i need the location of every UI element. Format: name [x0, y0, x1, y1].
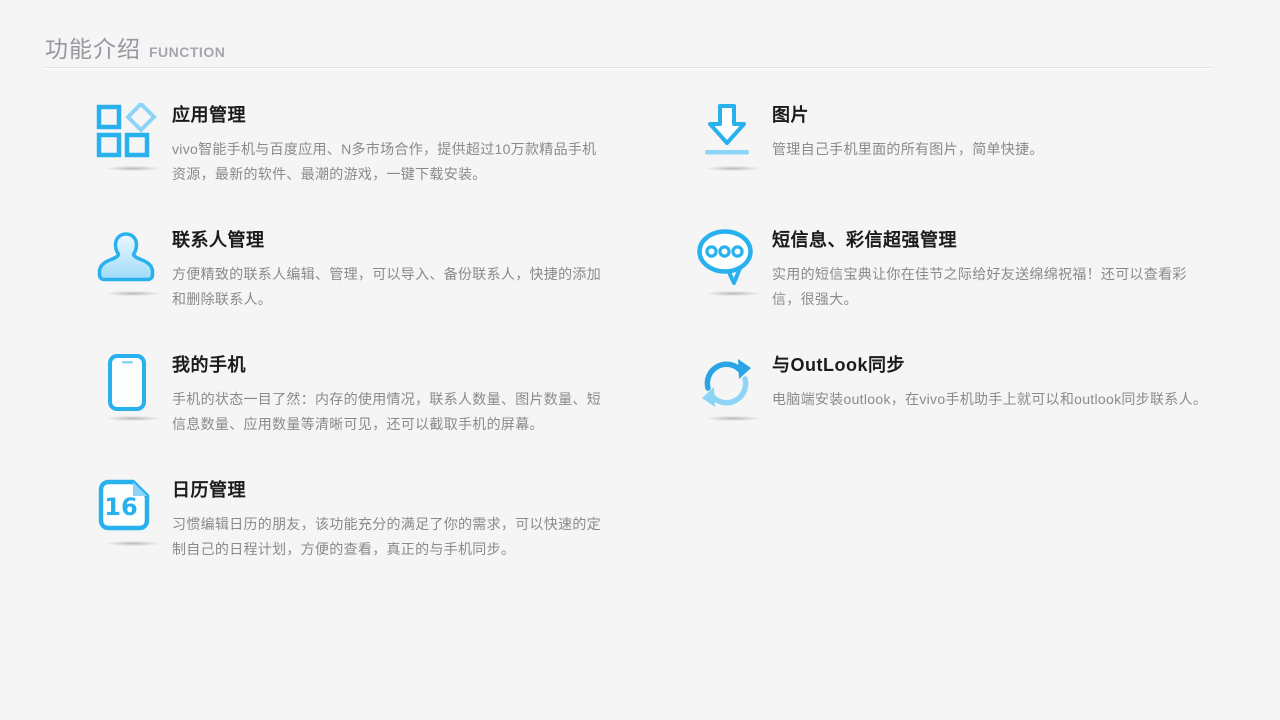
feature-text: 图片 管理自己手机里面的所有图片，简单快捷。 [772, 100, 1210, 225]
feature-icon-box [695, 350, 772, 475]
header-divider [45, 67, 1213, 69]
feature-text: 我的手机 手机的状态一目了然：内存的使用情况，联系人数量、图片数量、短信息数量、… [172, 350, 610, 475]
page-subtitle: FUNCTION [149, 44, 225, 60]
feature-title: 短信息、彩信超强管理 [772, 226, 1210, 252]
feature-grid: 应用管理 vivo智能手机与百度应用、N多市场合作，提供超过10万款精品手机资源… [95, 100, 1210, 600]
page-title: 功能介绍 [45, 30, 141, 64]
icon-shadow [95, 415, 171, 422]
icon-shadow [95, 540, 171, 547]
feature-title: 应用管理 [172, 101, 610, 127]
feature-item: 16 日历管理 习惯编辑日历的朋友，该功能充分的满足了你的需求，可以快速的定制自… [95, 475, 610, 600]
contact-icon [95, 228, 159, 288]
icon-shadow [695, 290, 771, 297]
icon-shadow [95, 165, 171, 172]
function-page: 功能介绍 FUNCTION 应用管理 vivo智能手机与百度应用、N多市场合作，… [0, 0, 1280, 720]
feature-icon-box [695, 100, 772, 225]
download-icon [695, 103, 759, 163]
feature-text: 日历管理 习惯编辑日历的朋友，该功能充分的满足了你的需求，可以快速的定制自己的日… [172, 475, 610, 600]
feature-icon-box [95, 225, 172, 350]
icon-shadow [695, 165, 771, 172]
feature-column-right: 图片 管理自己手机里面的所有图片，简单快捷。 短信息、彩信超强管理 实用的短信宝… [695, 100, 1210, 600]
feature-description: 方便精致的联系人编辑、管理，可以导入、备份联系人，快捷的添加和删除联系人。 [172, 262, 610, 312]
icon-shadow [695, 415, 771, 422]
feature-title: 与OutLook同步 [772, 351, 1210, 377]
feature-description: 习惯编辑日历的朋友，该功能充分的满足了你的需求，可以快速的定制自己的日程计划，方… [172, 512, 610, 562]
feature-text: 联系人管理 方便精致的联系人编辑、管理，可以导入、备份联系人，快捷的添加和删除联… [172, 225, 610, 350]
feature-title: 我的手机 [172, 351, 610, 377]
feature-title: 日历管理 [172, 476, 610, 502]
feature-item: 与OutLook同步 电脑端安装outlook，在vivo手机助手上就可以和ou… [695, 350, 1210, 475]
feature-title: 图片 [772, 101, 1210, 127]
svg-text:16: 16 [104, 493, 137, 521]
feature-item: 应用管理 vivo智能手机与百度应用、N多市场合作，提供超过10万款精品手机资源… [95, 100, 610, 225]
feature-item: 我的手机 手机的状态一目了然：内存的使用情况，联系人数量、图片数量、短信息数量、… [95, 350, 610, 475]
feature-icon-box: 16 [95, 475, 172, 600]
feature-description: 管理自己手机里面的所有图片，简单快捷。 [772, 137, 1210, 162]
feature-description: 实用的短信宝典让你在佳节之际给好友送绵绵祝福！还可以查看彩信，很强大。 [772, 262, 1210, 312]
feature-icon-box [95, 100, 172, 225]
feature-item: 图片 管理自己手机里面的所有图片，简单快捷。 [695, 100, 1210, 225]
feature-description: 手机的状态一目了然：内存的使用情况，联系人数量、图片数量、短信息数量、应用数量等… [172, 387, 610, 437]
calendar-icon: 16 [95, 478, 159, 538]
feature-text: 应用管理 vivo智能手机与百度应用、N多市场合作，提供超过10万款精品手机资源… [172, 100, 610, 225]
phone-icon [95, 353, 159, 413]
feature-description: vivo智能手机与百度应用、N多市场合作，提供超过10万款精品手机资源，最新的软… [172, 137, 610, 187]
icon-shadow [95, 290, 171, 297]
apps-icon [95, 103, 159, 163]
sync-icon [695, 353, 759, 413]
feature-icon-box [695, 225, 772, 350]
feature-description: 电脑端安装outlook，在vivo手机助手上就可以和outlook同步联系人。 [772, 387, 1210, 412]
feature-text: 与OutLook同步 电脑端安装outlook，在vivo手机助手上就可以和ou… [772, 350, 1210, 475]
feature-text: 短信息、彩信超强管理 实用的短信宝典让你在佳节之际给好友送绵绵祝福！还可以查看彩… [772, 225, 1210, 350]
feature-title: 联系人管理 [172, 226, 610, 252]
page-header: 功能介绍 FUNCTION [45, 30, 225, 64]
feature-column-left: 应用管理 vivo智能手机与百度应用、N多市场合作，提供超过10万款精品手机资源… [95, 100, 610, 600]
message-icon [695, 228, 759, 288]
feature-item: 联系人管理 方便精致的联系人编辑、管理，可以导入、备份联系人，快捷的添加和删除联… [95, 225, 610, 350]
feature-icon-box [95, 350, 172, 475]
feature-item: 短信息、彩信超强管理 实用的短信宝典让你在佳节之际给好友送绵绵祝福！还可以查看彩… [695, 225, 1210, 350]
